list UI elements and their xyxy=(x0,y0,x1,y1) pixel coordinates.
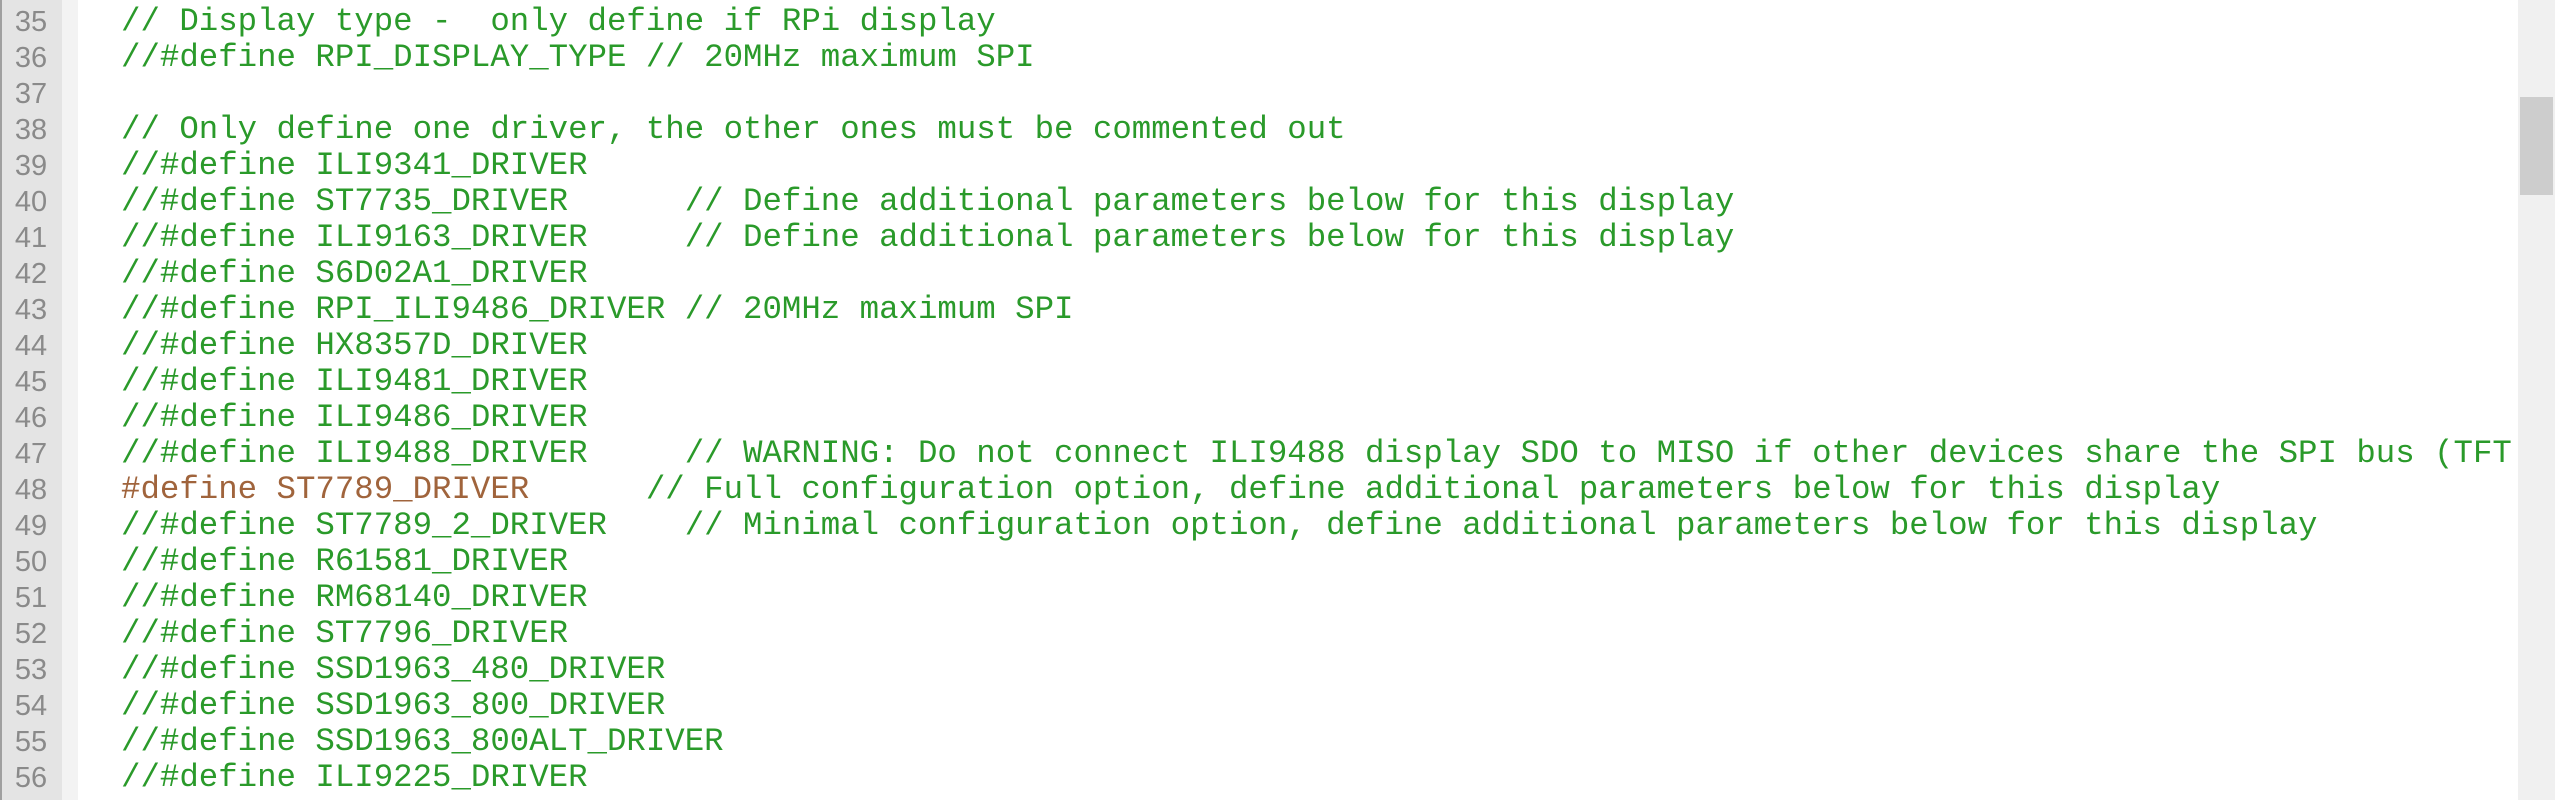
code-line[interactable]: 48 #define ST7789_DRIVER // Full configur… xyxy=(0,472,2518,508)
line-number: 47 xyxy=(14,438,48,470)
code-line[interactable]: 52 //#define ST7796_DRIVER xyxy=(0,616,2518,652)
code-editor[interactable]: 35 // Display type - only define if RPi d… xyxy=(0,4,2518,796)
code-line[interactable]: 45 //#define ILI9481_DRIVER xyxy=(0,364,2518,400)
line-number: 44 xyxy=(14,330,48,362)
code-line[interactable]: 49 //#define ST7789_2_DRIVER // Minimal c… xyxy=(0,508,2518,544)
comment-token: //#define ILI9163_DRIVER // Define addit… xyxy=(121,220,1735,256)
comment-token: //#define S6D02A1_DRIVER xyxy=(121,256,588,292)
code-line[interactable]: 50 //#define R61581_DRIVER xyxy=(0,544,2518,580)
line-text: // Only define one driver, the other one… xyxy=(121,112,2518,148)
line-number: 35 xyxy=(14,6,48,38)
line-text: //#define ILI9225_DRIVER xyxy=(121,760,2518,796)
line-number: 45 xyxy=(14,366,48,398)
line-text: //#define RM68140_DRIVER xyxy=(121,580,2518,616)
code-line[interactable]: 55 //#define SSD1963_800ALT_DRIVER xyxy=(0,724,2518,760)
line-text: //#define HX8357D_DRIVER xyxy=(121,328,2518,364)
line-text: //#define ST7789_2_DRIVER // Minimal con… xyxy=(121,508,2518,544)
line-number: 49 xyxy=(14,510,48,542)
code-line[interactable]: 38 // Only define one driver, the other o… xyxy=(0,112,2518,148)
line-number: 55 xyxy=(14,726,48,758)
line-number: 38 xyxy=(14,114,48,146)
line-number: 43 xyxy=(14,294,48,326)
code-line[interactable]: 54 //#define SSD1963_800_DRIVER xyxy=(0,688,2518,724)
line-number: 41 xyxy=(14,222,48,254)
line-text: // Display type - only define if RPi dis… xyxy=(121,4,2518,40)
line-text: //#define SSD1963_800_DRIVER xyxy=(121,688,2518,724)
comment-token: //#define ST7796_DRIVER xyxy=(121,616,569,652)
line-number: 40 xyxy=(14,186,48,218)
line-number: 56 xyxy=(14,762,48,794)
code-line[interactable]: 47 //#define ILI9488_DRIVER // WARNING: D… xyxy=(0,436,2518,472)
code-line[interactable]: 39 //#define ILI9341_DRIVER xyxy=(0,148,2518,184)
comment-token: //#define ST7735_DRIVER // Define additi… xyxy=(121,184,1735,220)
code-line[interactable]: 56 //#define ILI9225_DRIVER xyxy=(0,760,2518,796)
comment-token: //#define SSD1963_800_DRIVER xyxy=(121,688,666,724)
comment-token: // Display type - only define if RPi dis… xyxy=(121,4,996,40)
line-text: //#define ILI9481_DRIVER xyxy=(121,364,2518,400)
vertical-scrollbar[interactable] xyxy=(2518,0,2555,800)
code-line[interactable]: 53 //#define SSD1963_480_DRIVER xyxy=(0,652,2518,688)
comment-token: //#define ST7789_2_DRIVER // Minimal con… xyxy=(121,508,2318,544)
line-number: 54 xyxy=(14,690,48,722)
comment-token: //#define ILI9481_DRIVER xyxy=(121,364,588,400)
line-text: //#define SSD1963_480_DRIVER xyxy=(121,652,2518,688)
line-text: //#define RPI_ILI9486_DRIVER // 20MHz ma… xyxy=(121,292,2518,328)
line-text: //#define SSD1963_800ALT_DRIVER xyxy=(121,724,2518,760)
code-line[interactable]: 37 xyxy=(0,76,2518,112)
line-text: //#define RPI_DISPLAY_TYPE // 20MHz maxi… xyxy=(121,40,2518,76)
comment-token: //#define RPI_DISPLAY_TYPE // 20MHz maxi… xyxy=(121,40,1035,76)
line-text: //#define ST7735_DRIVER // Define additi… xyxy=(121,184,2518,220)
line-text: //#define ILI9341_DRIVER xyxy=(121,148,2518,184)
code-line[interactable]: 35 // Display type - only define if RPi d… xyxy=(0,4,2518,40)
line-text: //#define ILI9486_DRIVER xyxy=(121,400,2518,436)
line-number: 51 xyxy=(14,582,48,614)
code-line[interactable]: 42 //#define S6D02A1_DRIVER xyxy=(0,256,2518,292)
line-number: 50 xyxy=(14,546,48,578)
comment-token: //#define SSD1963_800ALT_DRIVER xyxy=(121,724,724,760)
code-line[interactable]: 44 //#define HX8357D_DRIVER xyxy=(0,328,2518,364)
comment-token: //#define SSD1963_480_DRIVER xyxy=(121,652,666,688)
line-number: 42 xyxy=(14,258,48,290)
code-line[interactable]: 51 //#define RM68140_DRIVER xyxy=(0,580,2518,616)
comment-token: // Only define one driver, the other one… xyxy=(121,112,1346,148)
line-number: 36 xyxy=(14,42,48,74)
code-line[interactable]: 40 //#define ST7735_DRIVER // Define addi… xyxy=(0,184,2518,220)
code-line[interactable]: 36 //#define RPI_DISPLAY_TYPE // 20MHz ma… xyxy=(0,40,2518,76)
line-number: 48 xyxy=(14,474,48,506)
scrollbar-thumb[interactable] xyxy=(2520,97,2553,195)
line-text: //#define S6D02A1_DRIVER xyxy=(121,256,2518,292)
line-number: 39 xyxy=(14,150,48,182)
line-text: //#define ILI9163_DRIVER // Define addit… xyxy=(121,220,2518,256)
comment-token: //#define R61581_DRIVER xyxy=(121,544,569,580)
line-number: 52 xyxy=(14,618,48,650)
line-number: 53 xyxy=(14,654,48,686)
comment-token: //#define RPI_ILI9486_DRIVER // 20MHz ma… xyxy=(121,292,1074,328)
line-number: 37 xyxy=(14,78,48,110)
line-number: 46 xyxy=(14,402,48,434)
code-line[interactable]: 41 //#define ILI9163_DRIVER // Define add… xyxy=(0,220,2518,256)
preprocessor-token: #define ST7789_DRIVER xyxy=(121,472,646,508)
comment-token: // Full configuration option, define add… xyxy=(645,472,2221,508)
comment-token: //#define ILI9488_DRIVER // WARNING: Do … xyxy=(121,436,2512,472)
comment-token: //#define ILI9225_DRIVER xyxy=(121,760,588,796)
comment-token: //#define RM68140_DRIVER xyxy=(121,580,588,616)
line-text: #define ST7789_DRIVER // Full configurat… xyxy=(121,472,2518,508)
comment-token: //#define HX8357D_DRIVER xyxy=(121,328,588,364)
comment-token: //#define ILI9486_DRIVER xyxy=(121,400,588,436)
comment-token: //#define ILI9341_DRIVER xyxy=(121,148,588,184)
line-text: //#define ILI9488_DRIVER // WARNING: Do … xyxy=(121,436,2518,472)
code-line[interactable]: 43 //#define RPI_ILI9486_DRIVER // 20MHz … xyxy=(0,292,2518,328)
line-text: //#define R61581_DRIVER xyxy=(121,544,2518,580)
code-line[interactable]: 46 //#define ILI9486_DRIVER xyxy=(0,400,2518,436)
line-text: //#define ST7796_DRIVER xyxy=(121,616,2518,652)
